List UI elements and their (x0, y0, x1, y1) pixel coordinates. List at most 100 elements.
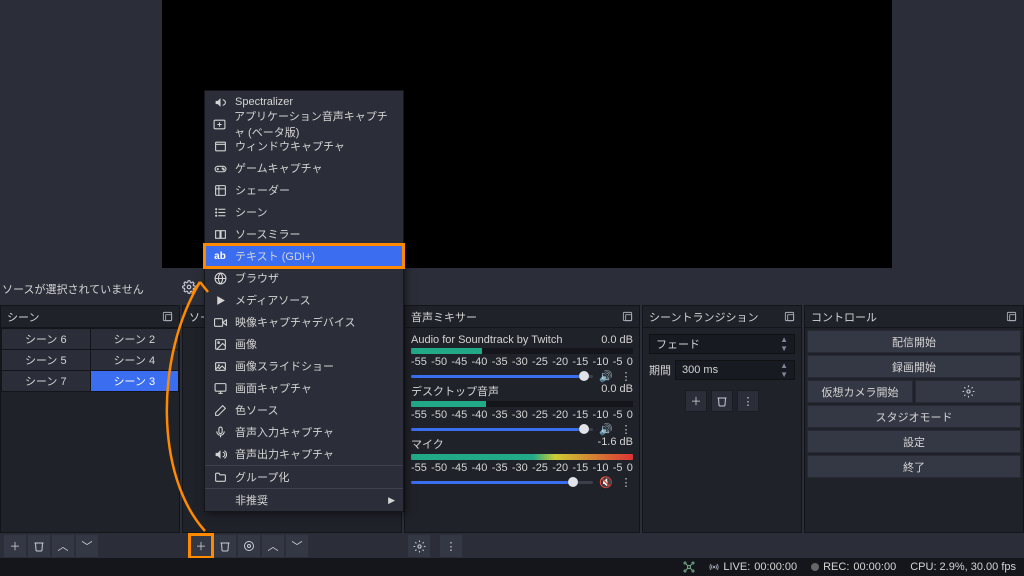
mixer-channel: デスクトップ音声 0.0 dB -55-50-45-40-35-30-25-20-… (411, 383, 633, 436)
source-props-button[interactable] (238, 535, 260, 557)
mon-icon (213, 382, 227, 395)
menu-item[interactable]: 画面キャプチャ (205, 377, 403, 399)
menu-item[interactable]: ゲームキャプチャ (205, 157, 403, 179)
micout-icon (213, 448, 227, 461)
start-record-button[interactable]: 録画開始 (807, 355, 1021, 378)
channel-db: 0.0 dB (601, 383, 633, 399)
popout-icon[interactable] (784, 311, 795, 322)
meter-ticks: -55-50-45-40-35-30-25-20-15-10-50 (411, 409, 633, 421)
menu-item-label: シーン (235, 204, 267, 220)
popout-icon[interactable] (622, 311, 633, 322)
scene-up-button[interactable]: ︿ (52, 535, 74, 557)
popout-icon[interactable] (162, 311, 173, 322)
menu-item[interactable]: グループ化 (205, 466, 403, 488)
transition-menu-button[interactable]: ⋮ (737, 390, 759, 412)
remove-transition-button[interactable] (711, 390, 733, 412)
menu-item[interactable]: シェーダー (205, 179, 403, 201)
vcam-settings-button[interactable] (915, 380, 1021, 403)
add-scene-button[interactable]: ＋ (4, 535, 26, 557)
start-vcam-button[interactable]: 仮想カメラ開始 (807, 380, 913, 403)
menu-item[interactable]: アプリケーション音声キャプチャ (ベータ版) (205, 113, 403, 135)
menu-item-label: メディアソース (235, 292, 311, 308)
scene-cell[interactable]: シーン 3 (91, 371, 179, 391)
ctrl-title: コントロール (811, 309, 877, 325)
channel-menu-button[interactable]: ⋮ (619, 476, 633, 489)
list-icon (213, 206, 227, 219)
scene-cell[interactable]: シーン 2 (91, 329, 179, 349)
menu-item[interactable]: メディアソース (205, 289, 403, 311)
menu-item[interactable]: 画像 (205, 333, 403, 355)
menu-item[interactable]: ab テキスト (GDI+) (205, 245, 403, 267)
mixer-panel: 音声ミキサー Audio for Soundtrack by Twitch0.0… (404, 305, 640, 533)
updown-icon: ▲▼ (780, 335, 788, 353)
studio-mode-button[interactable]: スタジオモード (807, 405, 1021, 428)
mute-icon[interactable]: 🔇 (599, 476, 613, 489)
transition-select[interactable]: フェード▲▼ (649, 334, 795, 354)
menu-item[interactable]: ソースミラー (205, 223, 403, 245)
duration-input[interactable]: 300 ms▲▼ (675, 360, 795, 380)
menu-item-label: 画像 (235, 336, 257, 352)
menu-item[interactable]: シーン (205, 201, 403, 223)
start-stream-button[interactable]: 配信開始 (807, 330, 1021, 353)
slider-knob[interactable] (579, 424, 589, 434)
channel-db: 0.0 dB (601, 334, 633, 346)
img-icon (213, 338, 227, 351)
mixer-channel: Audio for Soundtrack by Twitch0.0 dB -55… (411, 334, 633, 383)
menu-item[interactable]: 色ソース (205, 399, 403, 421)
menu-item-label: ソースミラー (235, 226, 300, 242)
remove-scene-button[interactable] (28, 535, 50, 557)
folder-icon (213, 471, 227, 484)
scene-cell[interactable]: シーン 5 (2, 350, 90, 370)
remove-source-button[interactable] (214, 535, 236, 557)
scene-cell[interactable]: シーン 6 (2, 329, 90, 349)
popout-icon[interactable] (1006, 311, 1017, 322)
source-down-button[interactable]: ﹀ (286, 535, 308, 557)
speaker-icon[interactable]: 🔊 (599, 370, 613, 383)
menu-item-label: アプリケーション音声キャプチャ (ベータ版) (234, 108, 395, 140)
menu-item[interactable]: 音声入力キャプチャ (205, 421, 403, 443)
updown-icon: ▲▼ (780, 361, 788, 379)
exit-button[interactable]: 終了 (807, 455, 1021, 478)
meter-ticks: -55-50-45-40-35-30-25-20-15-10-50 (411, 462, 633, 474)
slide-icon (213, 360, 227, 373)
menu-item[interactable]: 画像スライドショー (205, 355, 403, 377)
menu-item[interactable]: 映像キャプチャデバイス (205, 311, 403, 333)
cpu-label: CPU: 2.9%, 30.00 fps (910, 561, 1016, 573)
add-source-button[interactable]: ＋ (190, 535, 212, 557)
channel-menu-button[interactable]: ⋮ (619, 370, 633, 383)
scene-cell[interactable]: シーン 4 (91, 350, 179, 370)
pad-icon (213, 162, 227, 175)
scene-cell[interactable]: シーン 7 (2, 371, 90, 391)
menu-item[interactable]: 音声出力キャプチャ (205, 443, 403, 465)
speaker-icon[interactable]: 🔊 (599, 423, 613, 436)
add-transition-button[interactable]: ＋ (685, 390, 707, 412)
rec-indicator-icon (811, 563, 819, 571)
settings-button[interactable]: 設定 (807, 430, 1021, 453)
channel-name: デスクトップ音声 (411, 383, 499, 399)
menu-item-label: シェーダー (235, 182, 290, 198)
source-up-button[interactable]: ︿ (262, 535, 284, 557)
ab-icon: ab (213, 251, 227, 262)
fx-icon (213, 184, 227, 197)
slider-knob[interactable] (568, 477, 578, 487)
menu-item-label: テキスト (GDI+) (235, 248, 315, 264)
menu-item[interactable]: ブラウザ (205, 267, 403, 289)
menu-item[interactable]: 非推奨▶ (205, 489, 403, 511)
level-meter (411, 401, 633, 407)
channel-menu-button[interactable]: ⋮ (619, 423, 633, 436)
mixer-settings-button[interactable] (408, 535, 430, 557)
volume-slider[interactable] (411, 375, 593, 378)
menu-item-label: 画像スライドショー (235, 358, 334, 374)
volume-slider[interactable] (411, 481, 593, 484)
scene-down-button[interactable]: ﹀ (76, 535, 98, 557)
menu-item-label: 音声出力キャプチャ (235, 446, 334, 462)
brush-icon (213, 404, 227, 417)
volume-slider[interactable] (411, 428, 593, 431)
slider-knob[interactable] (579, 371, 589, 381)
menu-item-label: 音声入力キャプチャ (235, 424, 334, 440)
mixer-menu-button[interactable]: ⋮ (440, 535, 462, 557)
properties-button[interactable] (182, 280, 202, 294)
globe-icon (213, 272, 227, 285)
vol-icon (213, 96, 227, 109)
level-meter (411, 348, 633, 354)
